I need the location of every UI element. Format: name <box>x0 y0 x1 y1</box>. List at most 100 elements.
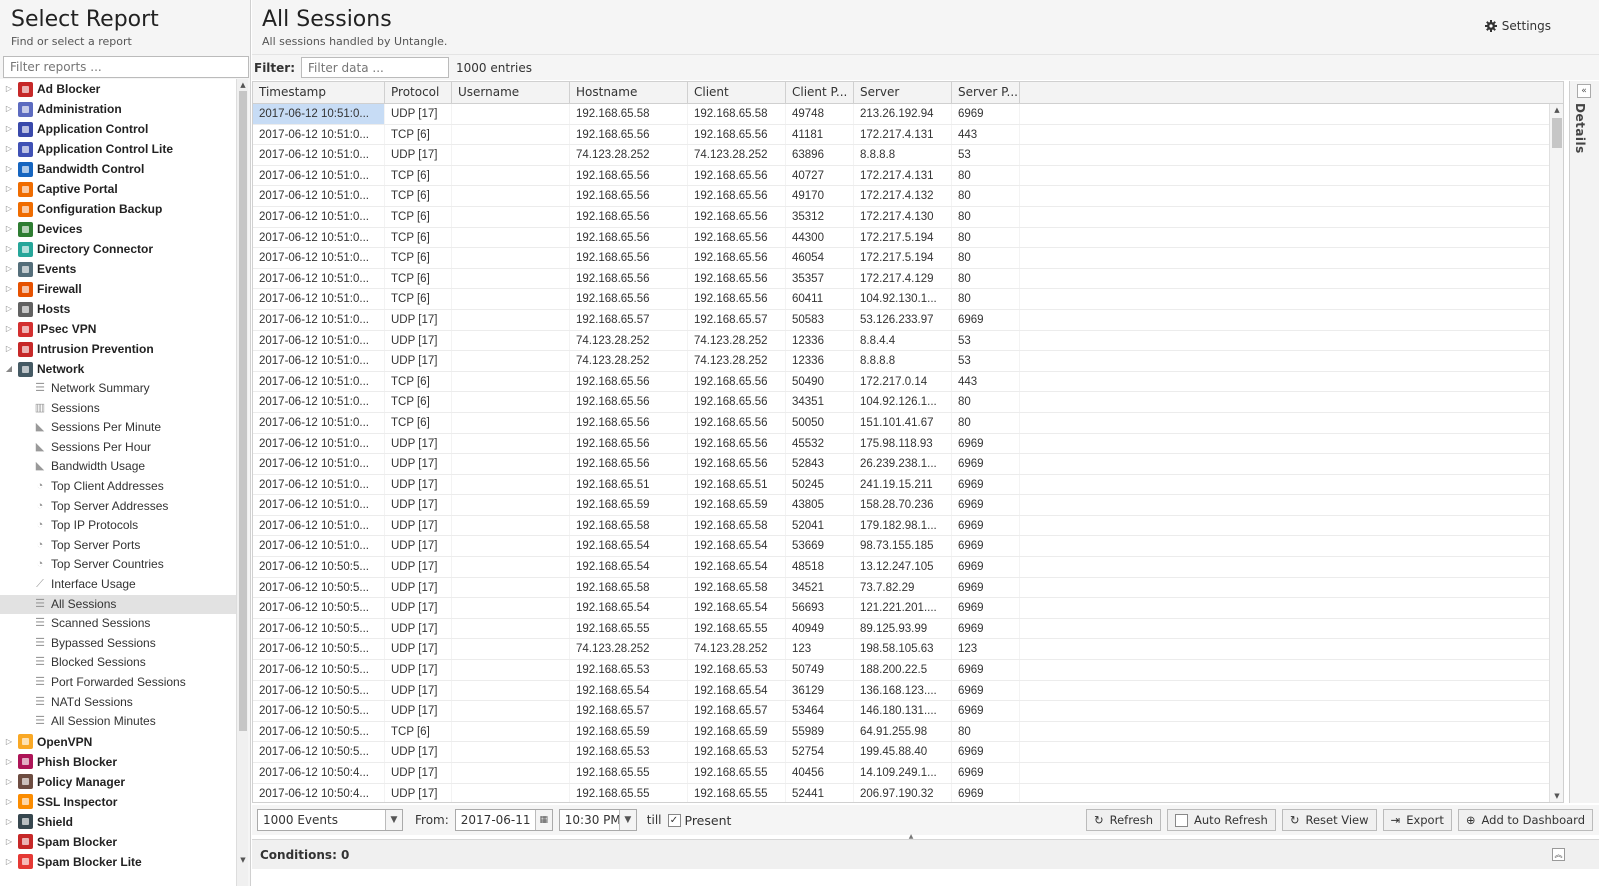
scrollbar-thumb[interactable] <box>239 91 247 731</box>
column-header-hostname[interactable]: Hostname <box>570 82 688 103</box>
expand-arrow-icon[interactable]: ▷ <box>3 299 15 319</box>
chevron-down-icon[interactable]: ▼ <box>385 810 402 830</box>
table-row[interactable]: 2017-06-12 10:50:4... UDP [17] 192.168.65.… <box>253 763 1549 784</box>
tree-item-application-control-lite[interactable]: ▷ Application Control Lite <box>0 139 236 159</box>
report-item-port-forwarded-sessions[interactable]: ☰ Port Forwarded Sessions <box>0 673 236 693</box>
expand-arrow-icon[interactable]: ▷ <box>3 259 15 279</box>
scroll-up-icon[interactable]: ▲ <box>1550 105 1563 115</box>
tree-item-devices[interactable]: ▷ Devices <box>0 219 236 239</box>
report-item-top-server-addresses[interactable]: ◔ Top Server Addresses <box>0 497 236 517</box>
table-row[interactable]: 2017-06-12 10:51:0... TCP [6] 192.168.65.5… <box>253 206 1549 228</box>
expand-arrow-icon[interactable]: ▷ <box>3 159 15 179</box>
expand-arrow-icon[interactable]: ▷ <box>3 752 15 772</box>
calendar-icon[interactable]: ▦ <box>534 810 552 830</box>
export-button[interactable]: ⇥ Export <box>1382 809 1452 831</box>
table-row[interactable]: 2017-06-12 10:51:0... UDP [17] 192.168.65.… <box>253 515 1549 537</box>
tree-item-openvpn[interactable]: ▷ OpenVPN <box>0 732 236 752</box>
expand-arrow-icon[interactable]: ▷ <box>3 852 15 872</box>
filter-data-input[interactable] <box>301 57 450 78</box>
tree-item-phish-blocker[interactable]: ▷ Phish Blocker <box>0 752 236 772</box>
tree-item-captive-portal[interactable]: ▷ Captive Portal <box>0 179 236 199</box>
table-row[interactable]: 2017-06-12 10:51:0... UDP [17] 74.123.28.2… <box>253 330 1549 352</box>
expand-arrow-icon[interactable]: ▷ <box>3 99 15 119</box>
report-item-network-summary[interactable]: ☰ Network Summary <box>0 379 236 399</box>
collapse-arrow-icon[interactable]: ◢ <box>3 359 15 379</box>
table-row[interactable]: 2017-06-12 10:51:0... TCP [6] 192.168.65.5… <box>253 268 1549 290</box>
refresh-button[interactable]: ↻ Refresh <box>1085 809 1162 831</box>
expand-arrow-icon[interactable]: ▷ <box>3 179 15 199</box>
reset-view-button[interactable]: ↻ Reset View <box>1281 809 1377 831</box>
report-tree-scrollbar[interactable]: ▲ ▼ <box>236 79 248 886</box>
table-row[interactable]: 2017-06-12 10:51:0... UDP [17] 192.168.65.… <box>253 454 1549 475</box>
table-row[interactable]: 2017-06-12 10:51:0... TCP [6] 192.168.65.5… <box>253 412 1549 434</box>
table-row[interactable]: 2017-06-12 10:51:0... TCP [6] 192.168.65.5… <box>253 392 1549 413</box>
table-row[interactable]: 2017-06-12 10:50:5... UDP [17] 192.168.65.… <box>253 577 1549 599</box>
expand-arrow-icon[interactable]: ▷ <box>3 319 15 339</box>
table-row[interactable]: 2017-06-12 10:50:5... UDP [17] 192.168.65.… <box>253 660 1549 681</box>
tree-item-configuration-backup[interactable]: ▷ Configuration Backup <box>0 199 236 219</box>
tree-item-intrusion-prevention[interactable]: ▷ Intrusion Prevention <box>0 339 236 359</box>
report-item-natd-sessions[interactable]: ☰ NATd Sessions <box>0 693 236 713</box>
table-row[interactable]: 2017-06-12 10:51:0... TCP [6] 192.168.65.5… <box>253 289 1549 310</box>
column-header-client-p[interactable]: Client P... <box>786 82 854 103</box>
tree-item-hosts[interactable]: ▷ Hosts <box>0 299 236 319</box>
tree-item-ad-blocker[interactable]: ▷ Ad Blocker <box>0 79 236 99</box>
report-item-top-ip-protocols[interactable]: ◔ Top IP Protocols <box>0 516 236 536</box>
filter-reports-input[interactable] <box>3 56 249 78</box>
expand-arrow-icon[interactable]: ▷ <box>3 239 15 259</box>
table-row[interactable]: 2017-06-12 10:50:5... UDP [17] 192.168.65.… <box>253 618 1549 640</box>
tree-item-ipsec-vpn[interactable]: ▷ IPsec VPN <box>0 319 236 339</box>
expand-arrow-icon[interactable]: ▷ <box>3 219 15 239</box>
tree-item-shield[interactable]: ▷ Shield <box>0 812 236 832</box>
report-item-all-session-minutes[interactable]: ☰ All Session Minutes <box>0 712 236 732</box>
expand-arrow-icon[interactable]: ▷ <box>3 279 15 299</box>
report-item-all-sessions[interactable]: ☰ All Sessions <box>0 594 236 615</box>
expand-details-icon[interactable]: « <box>1577 84 1591 98</box>
table-row[interactable]: 2017-06-12 10:51:0... TCP [6] 192.168.65.5… <box>253 371 1549 393</box>
column-header-server[interactable]: Server <box>854 82 952 103</box>
table-row[interactable]: 2017-06-12 10:51:0... UDP [17] 74.123.28.2… <box>253 145 1549 166</box>
report-item-interface-usage[interactable]: ⟋ Interface Usage <box>0 575 236 595</box>
scroll-down-icon[interactable]: ▼ <box>1550 791 1563 801</box>
events-limit-select[interactable]: 1000 Events ▼ <box>257 809 403 831</box>
present-checkbox[interactable]: ✓ <box>667 813 681 827</box>
expand-arrow-icon[interactable]: ▷ <box>3 732 15 752</box>
table-row[interactable]: 2017-06-12 10:51:0... UDP [17] 192.168.65.… <box>253 309 1549 331</box>
scroll-up-icon[interactable]: ▲ <box>237 80 249 90</box>
table-row[interactable]: 2017-06-12 10:50:5... UDP [17] 192.168.65.… <box>253 701 1549 722</box>
column-header-timestamp[interactable]: Timestamp <box>253 82 385 103</box>
table-row[interactable]: 2017-06-12 10:51:0... UDP [17] 74.123.28.2… <box>253 351 1549 372</box>
column-header-client[interactable]: Client <box>688 82 786 103</box>
expand-arrow-icon[interactable]: ▷ <box>3 772 15 792</box>
add-to-dashboard-button[interactable]: ⊕ Add to Dashboard <box>1457 809 1593 831</box>
expand-arrow-icon[interactable]: ▷ <box>3 339 15 359</box>
from-time-field[interactable]: 10:30 PM ▼ <box>558 809 637 831</box>
column-header-username[interactable]: Username <box>452 82 570 103</box>
table-row[interactable]: 2017-06-12 10:50:5... UDP [17] 192.168.65.… <box>253 742 1549 763</box>
from-date-field[interactable]: 2017-06-11 ▦ <box>454 809 553 831</box>
table-row[interactable]: 2017-06-12 10:51:0... UDP [17] 192.168.65.… <box>253 474 1549 496</box>
tree-item-administration[interactable]: ▷ Administration <box>0 99 236 119</box>
column-header-protocol[interactable]: Protocol <box>385 82 452 103</box>
table-row[interactable]: 2017-06-12 10:51:0... UDP [17] 192.168.65.… <box>253 495 1549 516</box>
report-item-top-client-addresses[interactable]: ◔ Top Client Addresses <box>0 477 236 497</box>
conditions-bar[interactable]: Conditions: 0 ︽ <box>252 839 1599 869</box>
table-row[interactable]: 2017-06-12 10:50:5... UDP [17] 192.168.65.… <box>253 598 1549 619</box>
expand-arrow-icon[interactable]: ▷ <box>3 119 15 139</box>
tree-item-network[interactable]: ◢ Network <box>0 359 236 379</box>
auto-refresh-button[interactable]: Auto Refresh <box>1167 809 1276 831</box>
tree-item-spam-blocker-lite[interactable]: ▷ Spam Blocker Lite <box>0 852 236 872</box>
table-row[interactable]: 2017-06-12 10:50:5... UDP [17] 74.123.28.2… <box>253 639 1549 661</box>
table-row[interactable]: 2017-06-12 10:51:0... UDP [17] 192.168.65.… <box>253 104 1549 125</box>
settings-button[interactable]: Settings <box>1484 19 1551 33</box>
scroll-down-icon[interactable]: ▼ <box>237 855 249 865</box>
collapse-up-icon[interactable]: ︽ <box>1552 848 1565 861</box>
report-item-sessions-per-minute[interactable]: ◣ Sessions Per Minute <box>0 418 236 438</box>
table-row[interactable]: 2017-06-12 10:51:0... TCP [6] 192.168.65.5… <box>253 227 1549 249</box>
expand-arrow-icon[interactable]: ▷ <box>3 832 15 852</box>
report-item-scanned-sessions[interactable]: ☰ Scanned Sessions <box>0 614 236 634</box>
report-item-top-server-countries[interactable]: ◔ Top Server Countries <box>0 555 236 575</box>
column-header-server-p[interactable]: Server P... <box>952 82 1020 103</box>
tree-item-bandwidth-control[interactable]: ▷ Bandwidth Control <box>0 159 236 179</box>
scrollbar-thumb[interactable] <box>1552 118 1562 148</box>
